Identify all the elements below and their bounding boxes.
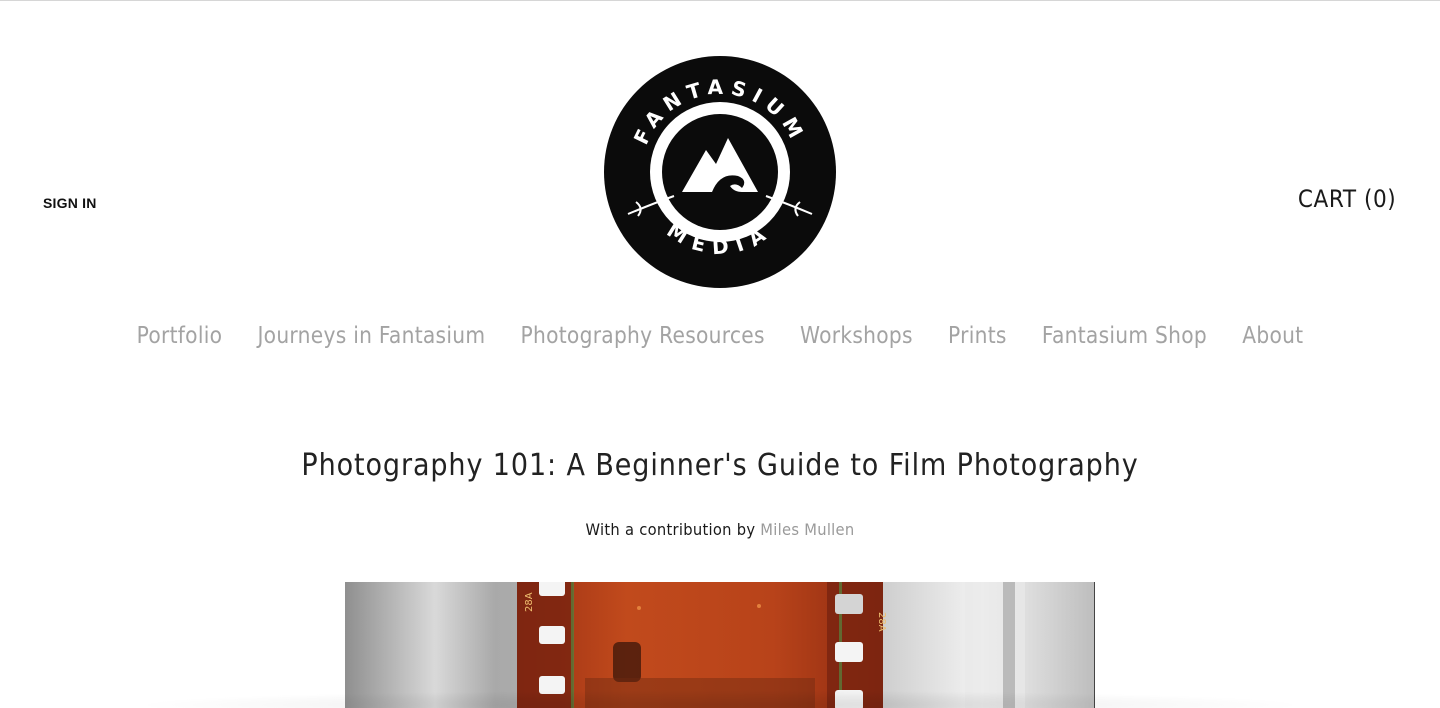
nav-item-photography-resources[interactable]: Photography Resources [521,323,765,349]
film-edge-code-right: 28A [876,612,887,632]
nav-item-journeys[interactable]: Journeys in Fantasium [257,323,485,349]
byline: With a contribution by Miles Mullen [586,520,855,539]
top-border [0,0,1440,1]
nav-item-workshops[interactable]: Workshops [800,323,913,349]
sign-in-link[interactable]: SIGN IN [43,195,97,211]
author-link[interactable]: Miles Mullen [760,520,854,539]
fantasium-media-logo: FANTASIUM MEDIA [604,56,836,288]
cart-link[interactable]: CART (0) [1298,185,1396,213]
hero-image: 28A 28A [345,582,1095,708]
film-strip-photo: 28A 28A [345,582,1095,708]
post-title-wrapper: Photography 101: A Beginner's Guide to F… [72,448,1368,483]
byline-prefix: With a contribution by [585,520,756,539]
post-title: Photography 101: A Beginner's Guide to F… [301,448,1139,483]
nav-item-fantasium-shop[interactable]: Fantasium Shop [1042,323,1207,349]
film-edge-code-left: 28A [524,592,535,612]
nav-item-prints[interactable]: Prints [948,323,1007,349]
main-navigation: Portfolio Journeys in Fantasium Photogra… [86,323,1353,349]
nav-item-about[interactable]: About [1242,323,1303,349]
site-logo[interactable]: FANTASIUM MEDIA [602,54,838,290]
byline-wrapper: With a contribution by Miles Mullen [58,520,1383,539]
nav-item-portfolio[interactable]: Portfolio [137,323,223,349]
main-navigation-wrapper: Portfolio Journeys in Fantasium Photogra… [86,323,1353,349]
